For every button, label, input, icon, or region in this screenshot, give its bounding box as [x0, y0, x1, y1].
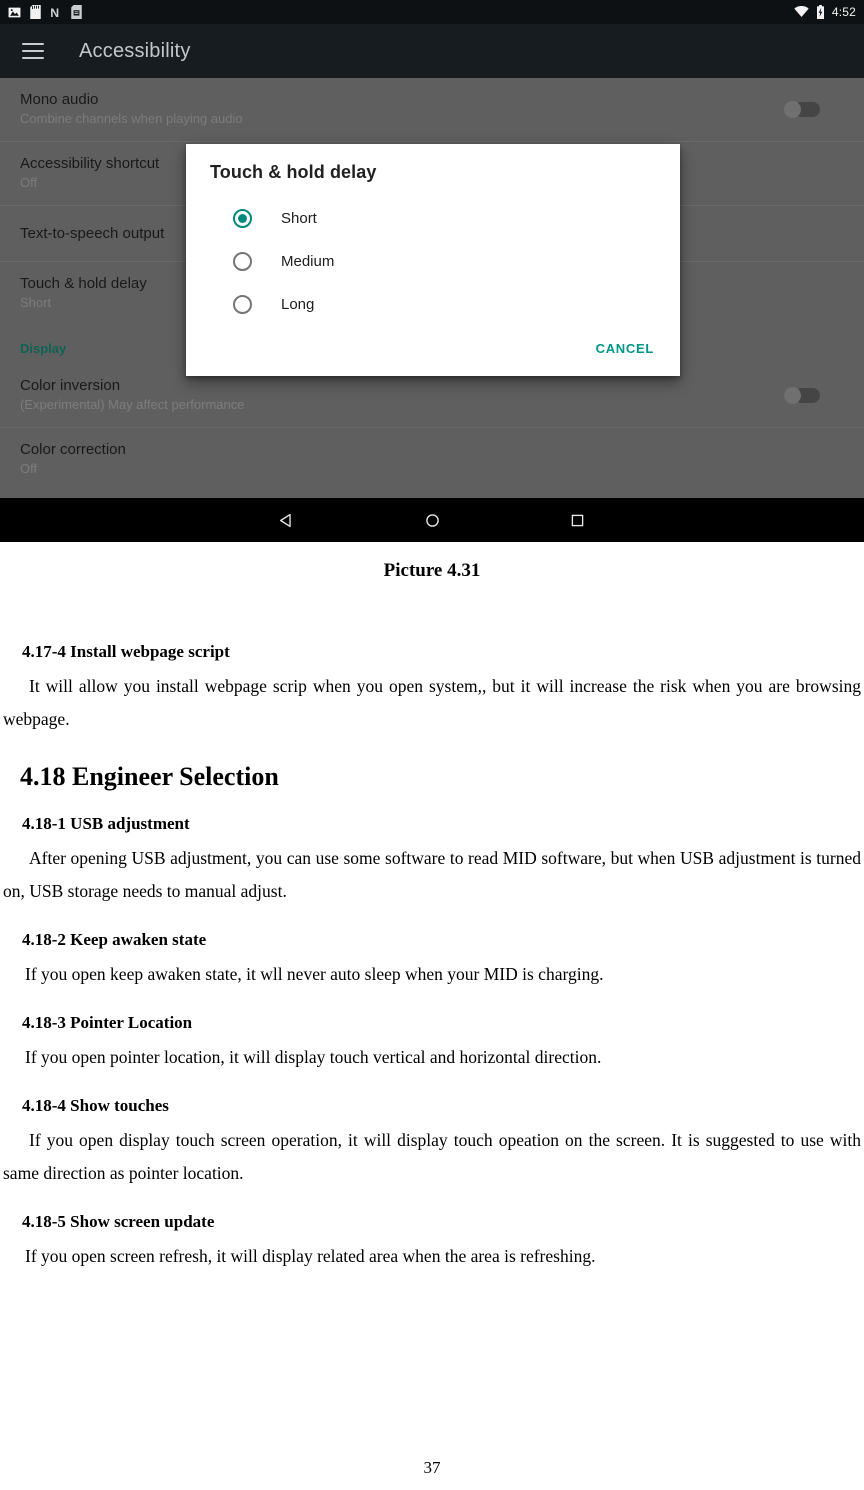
back-triangle-icon: [279, 513, 291, 527]
radio-option-label: Medium: [281, 253, 335, 270]
paragraph-4-18-5: If you open screen refresh, it will disp…: [25, 1246, 596, 1266]
paragraph-4-18-4: If you open display touch screen operati…: [3, 1130, 861, 1183]
svg-text:N: N: [50, 6, 59, 19]
heading-4-18-3: 4.18-3 Pointer Location: [22, 1013, 193, 1032]
nav-home-button[interactable]: [360, 512, 505, 529]
status-bar: N 4:52: [0, 0, 864, 24]
document-body: Picture 4.31 4.17-4 Install webpage scri…: [0, 560, 864, 1273]
recents-square-icon: [571, 514, 583, 526]
touch-hold-delay-dialog: Touch & hold delay Short Medium Long CAN…: [186, 144, 680, 376]
status-bar-left-icons: N: [8, 5, 82, 19]
paragraph-4-18-1: After opening USB adjustment, you can us…: [3, 848, 861, 901]
image-icon: [8, 7, 21, 17]
figure-caption: Picture 4.31: [383, 560, 481, 581]
paragraph-4-18-3: If you open pointer location, it will di…: [25, 1047, 602, 1067]
battery-charging-icon: [816, 5, 824, 19]
sd-card-storage-icon: [71, 5, 82, 19]
status-bar-clock: 4:52: [831, 5, 856, 19]
paragraph-4-18-2: If you open keep awaken state, it wll ne…: [25, 964, 604, 984]
radio-button-icon[interactable]: [233, 295, 252, 314]
heading-4-17-4: 4.17-4 Install webpage script: [22, 642, 230, 661]
dialog-title: Touch & hold delay: [210, 162, 377, 182]
paragraph-4-17-4: It will allow you install webpage scrip …: [3, 676, 861, 729]
radio-option-label: Long: [281, 296, 315, 313]
heading-4-18-2: 4.18-2 Keep awaken state: [22, 930, 207, 949]
radio-option-long[interactable]: Long: [210, 283, 656, 326]
dialog-actions: CANCEL: [594, 337, 656, 360]
android-screenshot: N 4:52 Accessibility Mono audio Combine …: [0, 0, 864, 542]
page-number: 37: [423, 1458, 441, 1477]
status-bar-right-icons: 4:52: [794, 5, 856, 19]
radio-option-label: Short: [281, 210, 317, 227]
page-title: Accessibility: [79, 39, 191, 62]
nav-back-button[interactable]: [215, 512, 360, 529]
radio-option-short[interactable]: Short: [210, 197, 656, 240]
radio-button-selected-icon[interactable]: [233, 209, 252, 228]
heading-4-18-4: 4.18-4 Show touches: [22, 1096, 169, 1115]
app-bar: Accessibility: [0, 24, 864, 78]
heading-4-18-1: 4.18-1 USB adjustment: [22, 814, 190, 833]
nav-recents-button[interactable]: [505, 512, 650, 529]
heading-4-18-5: 4.18-5 Show screen update: [22, 1212, 215, 1231]
sd-card-icon: [30, 5, 41, 19]
android-navigation-bar: [0, 498, 864, 542]
radio-option-medium[interactable]: Medium: [210, 240, 656, 283]
hamburger-menu-icon[interactable]: [22, 43, 44, 59]
wifi-icon: [794, 6, 809, 17]
radio-button-icon[interactable]: [233, 252, 252, 271]
cancel-button[interactable]: CANCEL: [594, 337, 656, 360]
heading-4-18: 4.18 Engineer Selection: [20, 762, 279, 791]
nfc-icon: N: [50, 6, 59, 19]
home-circle-icon: [425, 513, 439, 527]
